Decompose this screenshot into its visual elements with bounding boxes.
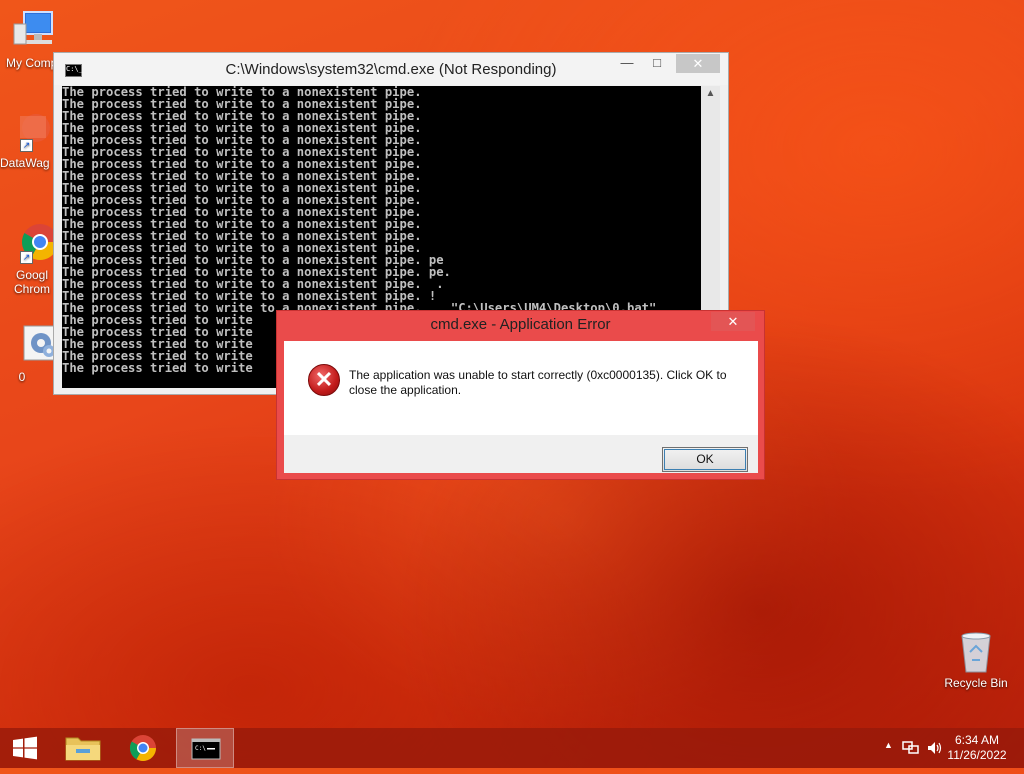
desktop-icon-recycle-bin[interactable]: Recycle Bin [940,630,1012,690]
chrome-icon [129,735,157,762]
windows-logo-icon [13,736,37,760]
cmd-title-bar[interactable]: C:\_ C:\Windows\system32\cmd.exe (Not Re… [54,53,728,85]
ok-button[interactable]: OK [662,447,748,472]
clock-date: 11/26/2022 [947,748,1007,762]
system-tray: ▲ 6:34 AM 11/26/2022 [864,728,1024,768]
desktop-icon-datawag[interactable]: ↗ DataWag [0,110,56,170]
svg-text:C:\: C:\ [195,745,206,752]
close-button[interactable]: ✕ [676,54,720,73]
folder-icon [65,737,101,761]
shortcut-arrow-icon: ↗ [20,251,33,264]
desktop-icon-label: Googl Chrom [13,268,50,296]
taskbar-file-explorer[interactable] [54,728,112,768]
show-hidden-icons-button[interactable]: ▲ [884,740,893,750]
recycle-bin-icon [954,630,998,674]
start-button[interactable] [0,728,50,768]
desktop-icon-label: 0 [18,370,26,384]
clock-time: 6:34 AM [954,733,1000,747]
desktop-icon-label: Recycle Bin [944,676,1008,690]
taskbar: C:\ ▲ 6:34 AM 11/26/2022 [0,728,1024,768]
scroll-up-icon[interactable]: ▲ [701,86,720,99]
maximize-button[interactable]: □ [644,55,670,73]
dialog-body: ✕ The application was unable to start co… [284,341,758,473]
taskbar-chrome[interactable] [114,728,172,768]
network-icon[interactable] [902,740,920,756]
error-dialog[interactable]: cmd.exe - Application Error ✕ ✕ The appl… [276,310,765,480]
minimize-button[interactable]: — [614,55,640,73]
datawag-icon: ↗ [6,110,50,154]
dialog-title: cmd.exe - Application Error [430,316,611,333]
desktop-icon-label: DataWag [0,156,50,170]
dialog-message-area: ✕ The application was unable to start co… [284,341,758,435]
error-icon: ✕ [308,364,340,396]
error-message: The application was unable to start corr… [349,368,727,397]
taskbar-cmd[interactable]: C:\ [176,728,234,768]
cmd-icon: C:\ [191,738,221,760]
computer-icon [12,10,56,54]
chrome-icon: ↗ [14,222,58,266]
clock[interactable]: 6:34 AM 11/26/2022 [942,733,1012,763]
dialog-close-button[interactable]: ✕ [711,312,755,331]
shortcut-arrow-icon: ↗ [20,139,33,152]
